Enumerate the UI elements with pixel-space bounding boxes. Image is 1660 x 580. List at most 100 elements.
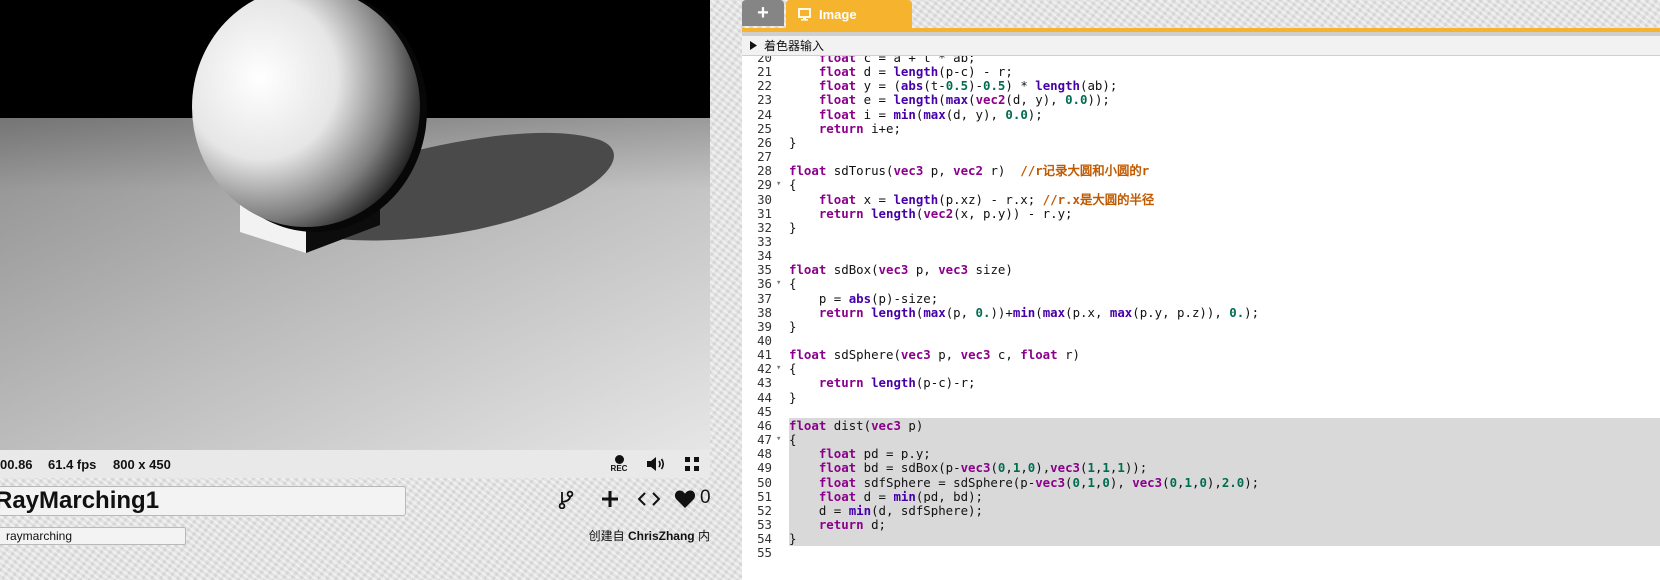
code-text: } [789, 389, 797, 405]
code-area[interactable]: 20 float c = a + t * ab; 21 float d = len… [742, 56, 1660, 580]
record-button[interactable]: REC [606, 453, 632, 475]
code-line[interactable]: 53 return d; [742, 516, 1660, 532]
shader-viewport[interactable] [0, 0, 710, 450]
line-number: 43 [757, 375, 772, 391]
line-number: 47 [757, 432, 772, 448]
volume-button[interactable] [645, 453, 667, 475]
code-line[interactable]: 48 float pd = p.y; [742, 446, 1660, 462]
code-line[interactable]: 45 [742, 404, 1660, 419]
resolution-readout: 800 x 450 [113, 457, 171, 472]
line-number: 30 [757, 191, 772, 207]
code-line[interactable]: 29 ▾{ [742, 177, 1660, 192]
plus-icon [602, 491, 618, 507]
line-number: 28 [757, 163, 772, 179]
fullscreen-icon [685, 457, 699, 471]
code-text: float sdfSphere = sdSphere(p-vec3(0,1,0)… [789, 474, 1660, 490]
fullscreen-button[interactable] [682, 453, 702, 475]
code-text: { [789, 177, 797, 193]
code-line[interactable]: 31 return length(vec2(x, p.y)) - r.y; [742, 206, 1660, 221]
code-line[interactable]: 40 [742, 333, 1660, 348]
shader-tags-field[interactable]: raymarching [0, 527, 186, 545]
code-line[interactable]: 51 float d = min(pd, bd); [742, 488, 1660, 504]
shader-inputs-label: 着色器输入 [764, 39, 825, 53]
code-text: } [789, 531, 1660, 547]
code-text: return d; [789, 516, 1660, 532]
code-line[interactable]: 43 return length(p-c)-r; [742, 375, 1660, 390]
shader-inputs-toggle[interactable]: 着色器输入 [742, 36, 1660, 56]
line-number: 52 [757, 502, 772, 518]
line-number: 49 [757, 460, 772, 476]
line-number: 27 [757, 149, 772, 165]
code-line[interactable]: 38 return length(max(p, 0.))+min(max(p.x… [742, 305, 1660, 320]
line-number: 23 [757, 92, 772, 108]
code-line[interactable]: 49 float bd = sdBox(p-vec3(0,1,0),vec3(1… [742, 460, 1660, 476]
line-number: 41 [757, 347, 772, 363]
code-line[interactable]: 54} [742, 531, 1660, 547]
fold-toggle-icon[interactable]: ▾ [776, 177, 786, 192]
code-icon [638, 492, 660, 506]
heart-icon [674, 490, 696, 508]
line-number: 37 [757, 290, 772, 306]
rendered-scene [0, 0, 710, 450]
code-line[interactable]: 36 ▾{ [742, 276, 1660, 291]
line-number: 24 [757, 106, 772, 122]
code-text: float d = min(pd, bd); [789, 488, 1660, 504]
embed-button[interactable] [636, 486, 662, 512]
code-editor-panel: + Image 着色器输入 20 float c = a + t * ab; 21… [742, 0, 1660, 580]
code-text: float sdBox(vec3 p, vec3 size) [789, 262, 1013, 278]
speaker-icon [647, 457, 665, 471]
code-text: float e = length(max(vec2(d, y), 0.0)); [818, 92, 1110, 108]
line-number: 25 [757, 120, 772, 136]
code-line[interactable]: 50 float sdfSphere = sdSphere(p-vec3(0,1… [742, 474, 1660, 490]
code-line[interactable]: 24 float i = min(max(d, y), 0.0); [742, 107, 1660, 122]
code-text: float x = length(p.xz) - r.x; //r.x是大圆的半… [818, 191, 1155, 207]
tab-image[interactable]: Image [786, 0, 912, 28]
code-line[interactable]: 55 [742, 545, 1660, 560]
code-line[interactable]: 28 float sdTorus(vec3 p, vec2 r) //r记录大圆和… [742, 163, 1660, 178]
code-line[interactable]: 27 [742, 149, 1660, 164]
code-text: return length(vec2(x, p.y)) - r.y; [818, 205, 1073, 221]
code-line[interactable]: 39} [742, 319, 1660, 334]
shader-title-field[interactable]: RayMarching1 [0, 486, 406, 516]
line-number: 32 [757, 219, 772, 235]
code-line[interactable]: 30 float x = length(p.xz) - r.x; //r.x是大… [742, 192, 1660, 207]
line-number: 38 [757, 304, 772, 320]
code-line[interactable]: 25 return i+e; [742, 121, 1660, 136]
code-text: } [789, 134, 797, 150]
fold-toggle-icon[interactable]: ▾ [776, 276, 786, 291]
author-line: 创建自 ChrisZhang 内 [589, 527, 710, 544]
fold-toggle-icon[interactable]: ▾ [776, 432, 786, 447]
author-link[interactable]: ChrisZhang [628, 529, 695, 543]
line-number: 33 [757, 233, 772, 249]
code-line[interactable]: 21 float d = length(p-c) - r; [742, 64, 1660, 79]
record-icon [614, 455, 624, 464]
author-prefix: 创建自 [588, 529, 625, 543]
code-line[interactable]: 52 d = min(d, sdfSphere); [742, 502, 1660, 518]
code-text: float sdSphere(vec3 p, vec3 c, float r) [789, 347, 1080, 363]
code-line[interactable]: 44} [742, 390, 1660, 405]
add-to-playlist-button[interactable] [599, 486, 621, 512]
code-line[interactable]: 26} [742, 135, 1660, 150]
code-line[interactable]: 33 [742, 234, 1660, 249]
code-line[interactable]: 41 float sdSphere(vec3 p, vec3 c, float r… [742, 347, 1660, 362]
line-number: 45 [757, 403, 772, 419]
code-line[interactable]: 32} [742, 220, 1660, 235]
code-line[interactable]: 34 [742, 248, 1660, 263]
code-line[interactable]: 47 ▾{ [742, 432, 1660, 448]
code-line[interactable]: 23 float e = length(max(vec2(d, y), 0.0)… [742, 92, 1660, 107]
code-line[interactable]: 35 float sdBox(vec3 p, vec3 size) [742, 262, 1660, 277]
code-text: return length(p-c)-r; [818, 375, 976, 391]
editor-tab-bar: + Image [742, 0, 1660, 28]
line-number: 34 [757, 248, 772, 264]
fork-button[interactable] [556, 486, 576, 512]
code-line[interactable]: 46 float dist(vec3 p) [742, 417, 1660, 433]
fold-toggle-icon[interactable]: ▾ [776, 361, 786, 376]
author-suffix: 内 [697, 529, 710, 543]
code-line[interactable]: 22 float y = (abs(t-0.5)-0.5) * length(a… [742, 78, 1660, 93]
code-line[interactable]: 42 ▾{ [742, 361, 1660, 376]
code-line[interactable]: 37 p = abs(p)-size; [742, 291, 1660, 306]
code-text: } [789, 219, 797, 235]
add-tab-button[interactable]: + [742, 0, 784, 26]
code-text: float i = min(max(d, y), 0.0); [818, 106, 1043, 122]
like-button[interactable] [673, 486, 697, 512]
